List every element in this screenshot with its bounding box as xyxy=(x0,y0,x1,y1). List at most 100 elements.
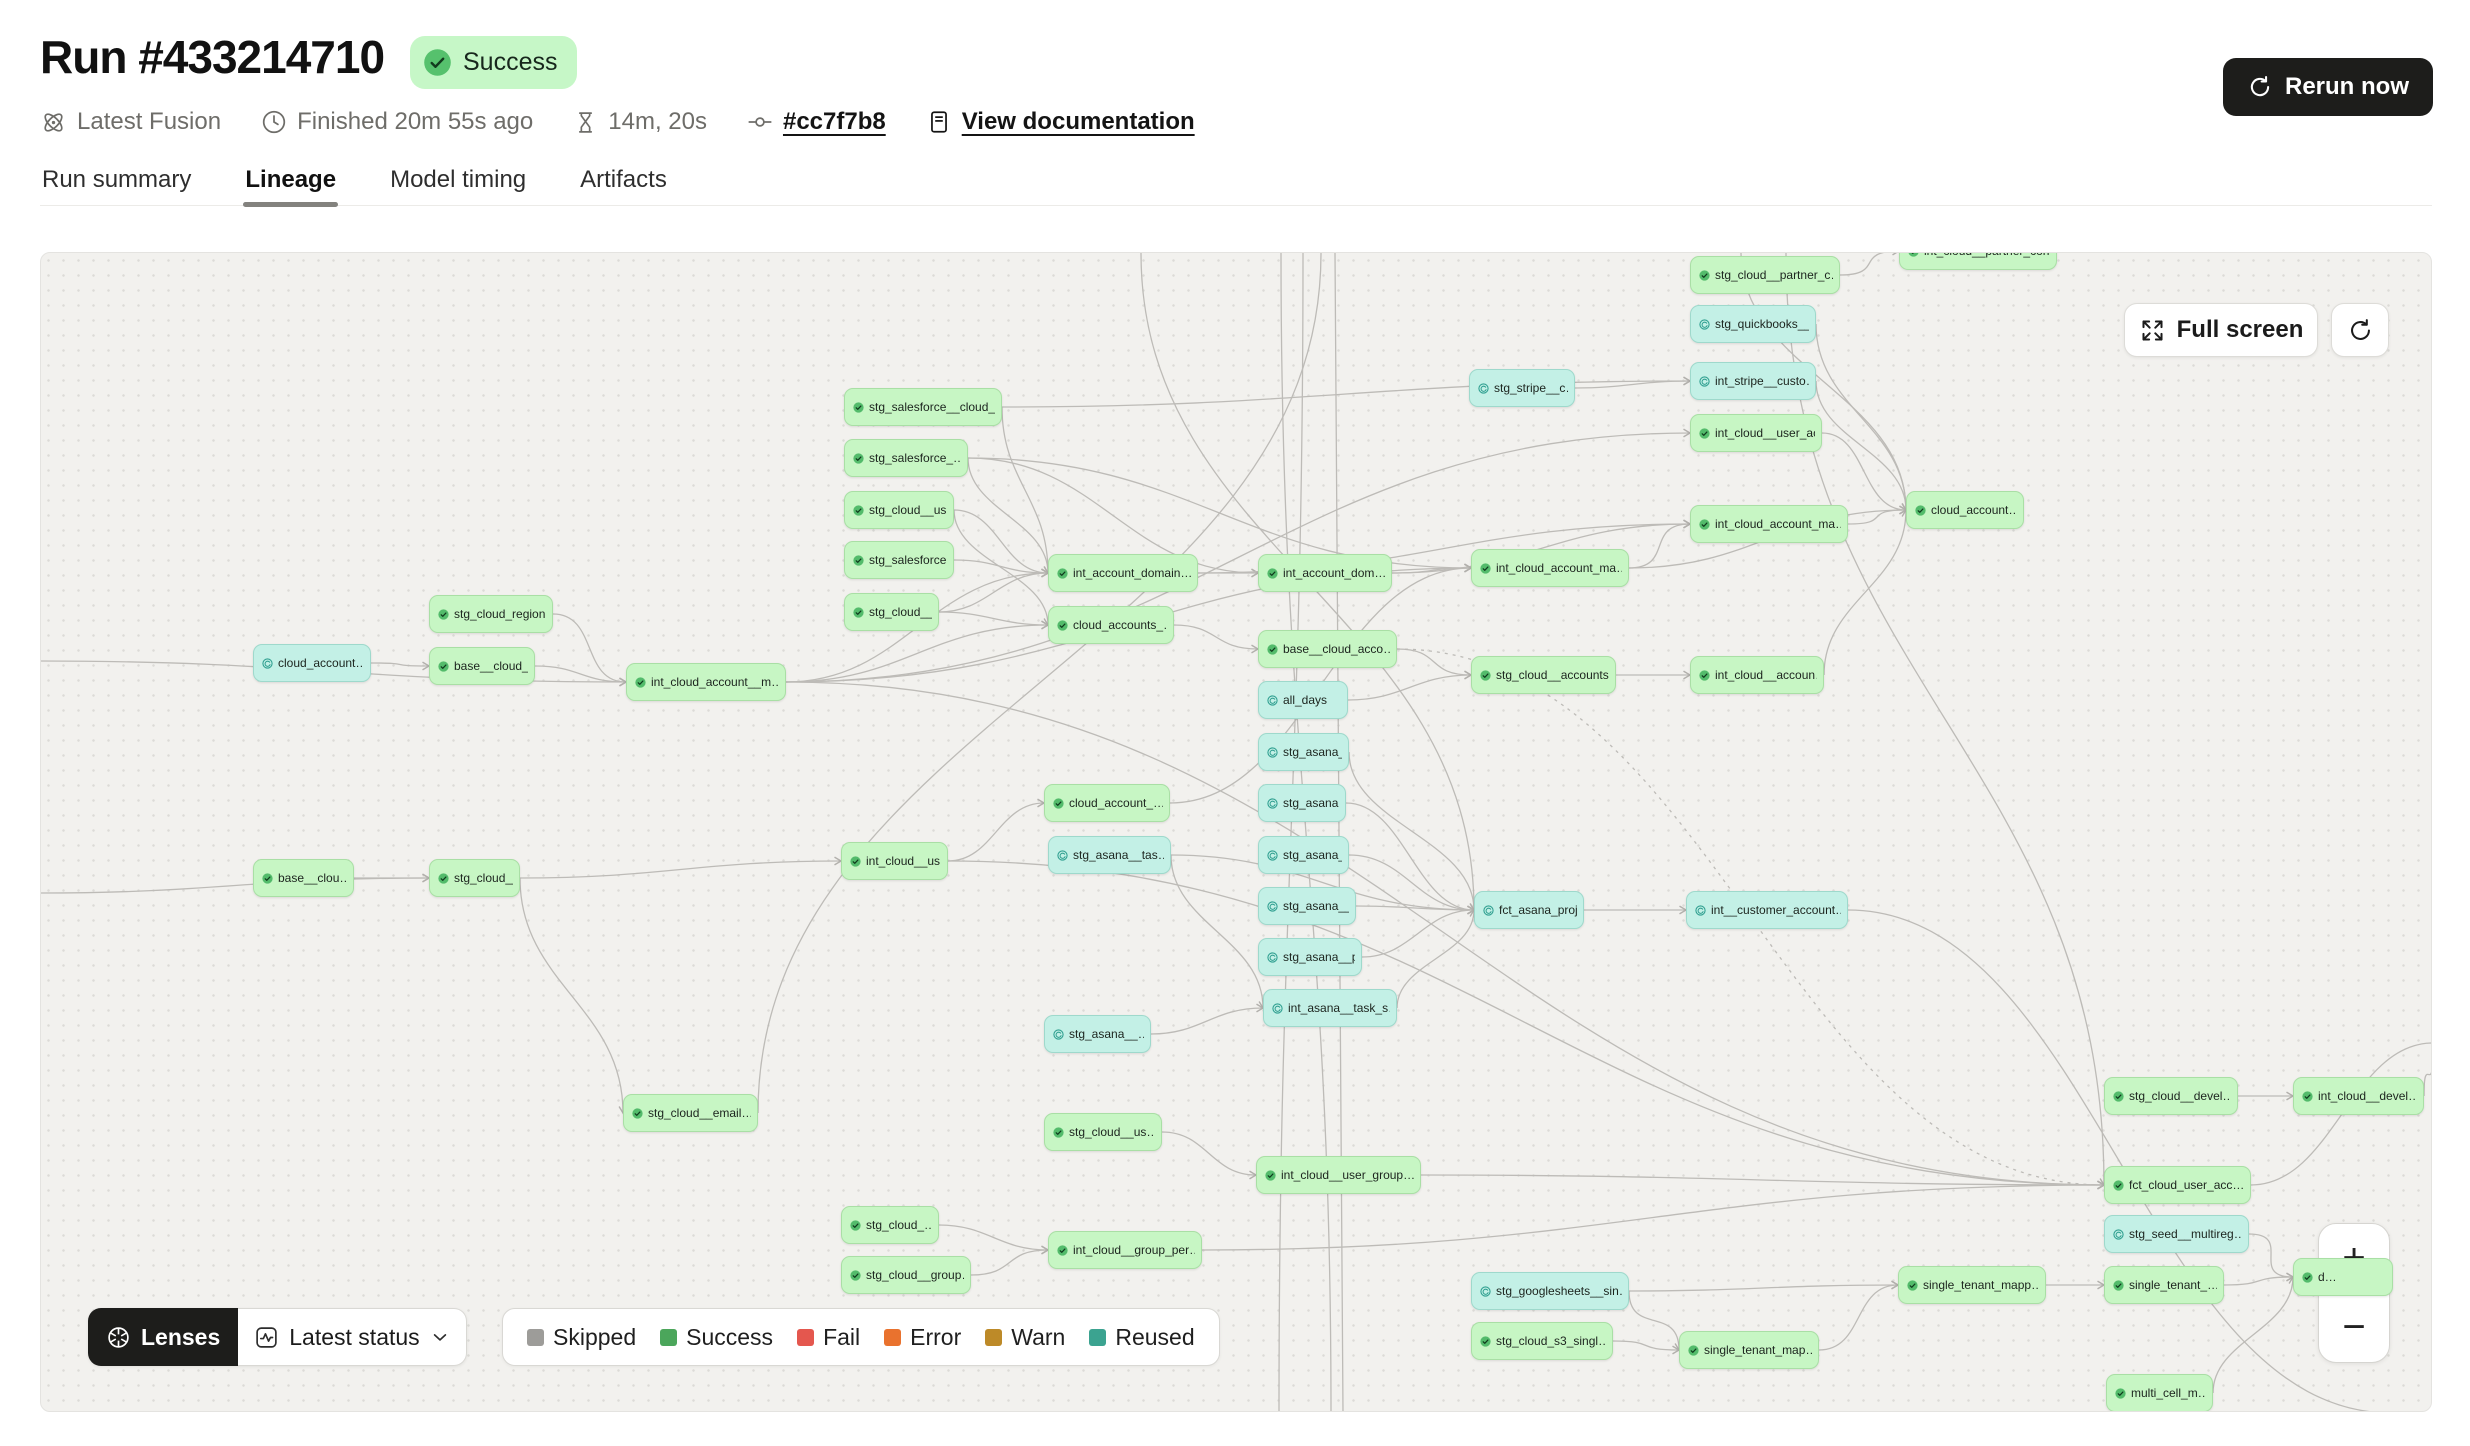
graph-node-n46[interactable]: stg_cloud_s3_singl… xyxy=(1471,1322,1613,1360)
graph-node-n41[interactable]: stg_cloud__accounts… xyxy=(1471,656,1616,694)
graph-node-label: multi_cell_m… xyxy=(2131,1386,2206,1400)
graph-node-n51[interactable]: int_cloud__devel… xyxy=(2293,1077,2424,1115)
tab-lineage[interactable]: Lineage xyxy=(243,154,338,205)
graph-node-n55[interactable]: d… xyxy=(2293,1258,2393,1296)
graph-node-n11[interactable]: stg_cloud__… xyxy=(844,593,939,631)
status-filter-dropdown[interactable]: Latest status xyxy=(238,1308,466,1366)
lineage-edges xyxy=(41,253,2432,1412)
graph-node-n19[interactable]: stg_cloud__email… xyxy=(623,1094,758,1132)
graph-edge xyxy=(939,1225,1048,1250)
node-success-icon xyxy=(635,677,646,688)
graph-node-n31[interactable]: int_asana__task_s… xyxy=(1263,989,1397,1027)
node-success-icon xyxy=(850,1220,861,1231)
lenses-button[interactable]: Lenses xyxy=(88,1308,238,1366)
refresh-graph-button[interactable] xyxy=(2331,303,2389,357)
tab-artifacts[interactable]: Artifacts xyxy=(578,154,669,205)
pulse-icon xyxy=(254,1325,279,1350)
zoom-out-button[interactable]: − xyxy=(2319,1294,2389,1363)
graph-edge xyxy=(1171,855,1263,1008)
graph-node-n30[interactable]: stg_asana__pr… xyxy=(1258,938,1362,976)
graph-node-n53[interactable]: stg_seed__multireg… xyxy=(2104,1215,2249,1253)
graph-node-label: stg_cloud__us… xyxy=(869,503,947,517)
graph-node-n12[interactable]: int_account_domain… xyxy=(1048,554,1198,592)
graph-node-n54[interactable]: multi_cell_m… xyxy=(2106,1374,2213,1412)
graph-node-n47[interactable]: single_tenant_map… xyxy=(1679,1331,1819,1369)
graph-node-n45[interactable]: stg_googlesheets__sin… xyxy=(1471,1272,1629,1310)
graph-node-n1[interactable]: cloud_account… xyxy=(253,644,371,682)
view-documentation-link[interactable]: View documentation xyxy=(926,108,1195,136)
graph-edge xyxy=(939,612,1048,625)
tab-model-timing[interactable]: Model timing xyxy=(388,154,528,205)
graph-edge xyxy=(948,803,1044,861)
graph-node-n22[interactable]: int_cloud__group_per… xyxy=(1048,1231,1202,1269)
graph-node-n13[interactable]: cloud_accounts_… xyxy=(1048,606,1174,644)
graph-node-n52[interactable]: fct_cloud_user_acc… xyxy=(2104,1166,2251,1204)
graph-node-n42[interactable]: int_cloud__accoun… xyxy=(1690,656,1824,694)
graph-node-n33[interactable]: int_stripe__custo… xyxy=(1690,362,1816,400)
graph-node-n50[interactable]: stg_cloud__devel… xyxy=(2104,1077,2238,1115)
lineage-canvas[interactable]: Full screen Lenses Latest status xyxy=(40,252,2432,1412)
graph-node-n56[interactable]: int_cloud__user_group… xyxy=(1256,1156,1421,1194)
graph-node-label: int_account_domain… xyxy=(1073,566,1191,580)
legend-item: Success xyxy=(660,1324,773,1351)
graph-node-n29[interactable]: stg_asana__… xyxy=(1258,887,1356,925)
graph-node-n32[interactable]: stg_stripe__c… xyxy=(1469,369,1575,407)
graph-node-n48[interactable]: single_tenant_mapp… xyxy=(1898,1266,2046,1304)
graph-node-label: stg_cloud__group… xyxy=(866,1268,964,1282)
graph-node-n39[interactable]: int_cloud_account_ma… xyxy=(1690,505,1848,543)
graph-node-n7[interactable]: stg_salesforce__cloud_… xyxy=(844,388,1002,426)
graph-node-n35[interactable]: stg_cloud__partner_c… xyxy=(1690,256,1840,294)
graph-node-n8[interactable]: stg_salesforce_… xyxy=(844,439,968,477)
graph-node-n20[interactable]: stg_cloud_… xyxy=(841,1206,939,1244)
graph-node-n27[interactable]: stg_asana… xyxy=(1258,784,1346,822)
graph-node-n26[interactable]: stg_asana_… xyxy=(1258,733,1349,771)
graph-node-n15[interactable]: stg_asana__tas… xyxy=(1048,836,1171,874)
graph-node-n10[interactable]: stg_salesforce… xyxy=(844,541,954,579)
graph-node-n23[interactable]: int_account_dom… xyxy=(1258,554,1392,592)
graph-node-n3[interactable]: base__cloud_… xyxy=(429,647,535,685)
node-success-icon xyxy=(1699,519,1710,530)
aperture-icon xyxy=(106,1325,131,1350)
node-success-icon xyxy=(262,873,273,884)
tab-run-summary[interactable]: Run summary xyxy=(40,154,193,205)
graph-node-n24[interactable]: base__cloud_acco… xyxy=(1258,630,1397,668)
fusion-icon xyxy=(40,109,67,136)
graph-node-n34[interactable]: int_cloud__user_ac… xyxy=(1690,414,1822,452)
node-success-icon xyxy=(2113,1091,2124,1102)
node-reused-icon xyxy=(1695,905,1706,916)
graph-node-n6[interactable]: stg_cloud__… xyxy=(429,859,520,897)
graph-node-n40[interactable]: cloud_account… xyxy=(1906,491,2024,529)
rerun-now-button[interactable]: Rerun now xyxy=(2223,58,2433,116)
graph-edge xyxy=(1151,1008,1263,1034)
legend-label: Error xyxy=(910,1324,961,1351)
node-success-icon xyxy=(1267,568,1278,579)
node-success-icon xyxy=(1699,428,1710,439)
node-success-icon xyxy=(438,609,449,620)
graph-node-label: int_cloud__user_group… xyxy=(1281,1168,1414,1182)
graph-node-n49[interactable]: single_tenant_… xyxy=(2104,1266,2224,1304)
tab-label: Model timing xyxy=(390,166,526,194)
graph-node-n16[interactable]: int_cloud__us… xyxy=(841,842,948,880)
graph-node-n28[interactable]: stg_asana_… xyxy=(1258,836,1349,874)
fullscreen-button[interactable]: Full screen xyxy=(2124,303,2318,357)
graph-node-n36[interactable]: stg_quickbooks__a… xyxy=(1690,305,1816,343)
graph-node-n18[interactable]: stg_cloud__us… xyxy=(1044,1113,1162,1151)
graph-node-n44[interactable]: int__customer_account… xyxy=(1686,891,1848,929)
graph-node-n38[interactable]: int_cloud_account_ma… xyxy=(1471,549,1629,587)
graph-node-label: d… xyxy=(2318,1270,2337,1284)
graph-node-n25[interactable]: all_days xyxy=(1258,681,1348,719)
tab-label: Artifacts xyxy=(580,166,667,194)
graph-node-n9[interactable]: stg_cloud__us… xyxy=(844,491,954,529)
graph-node-n2[interactable]: stg_cloud_region… xyxy=(429,595,553,633)
graph-node-label: all_days xyxy=(1283,693,1327,707)
graph-node-n4[interactable]: int_cloud_account__m… xyxy=(626,663,786,701)
graph-node-n17[interactable]: stg_asana__… xyxy=(1044,1015,1151,1053)
graph-node-n14[interactable]: cloud_account_… xyxy=(1044,784,1170,822)
node-success-icon xyxy=(850,856,861,867)
graph-node-n43[interactable]: fct_asana_proj… xyxy=(1474,891,1584,929)
legend-item: Error xyxy=(884,1324,961,1351)
meta-commit[interactable]: #cc7f7b8 xyxy=(747,108,886,136)
graph-node-n37[interactable]: int_cloud__partner_con… xyxy=(1899,252,2057,270)
graph-node-n5[interactable]: base__clou… xyxy=(253,859,354,897)
graph-node-n21[interactable]: stg_cloud__group… xyxy=(841,1256,971,1294)
